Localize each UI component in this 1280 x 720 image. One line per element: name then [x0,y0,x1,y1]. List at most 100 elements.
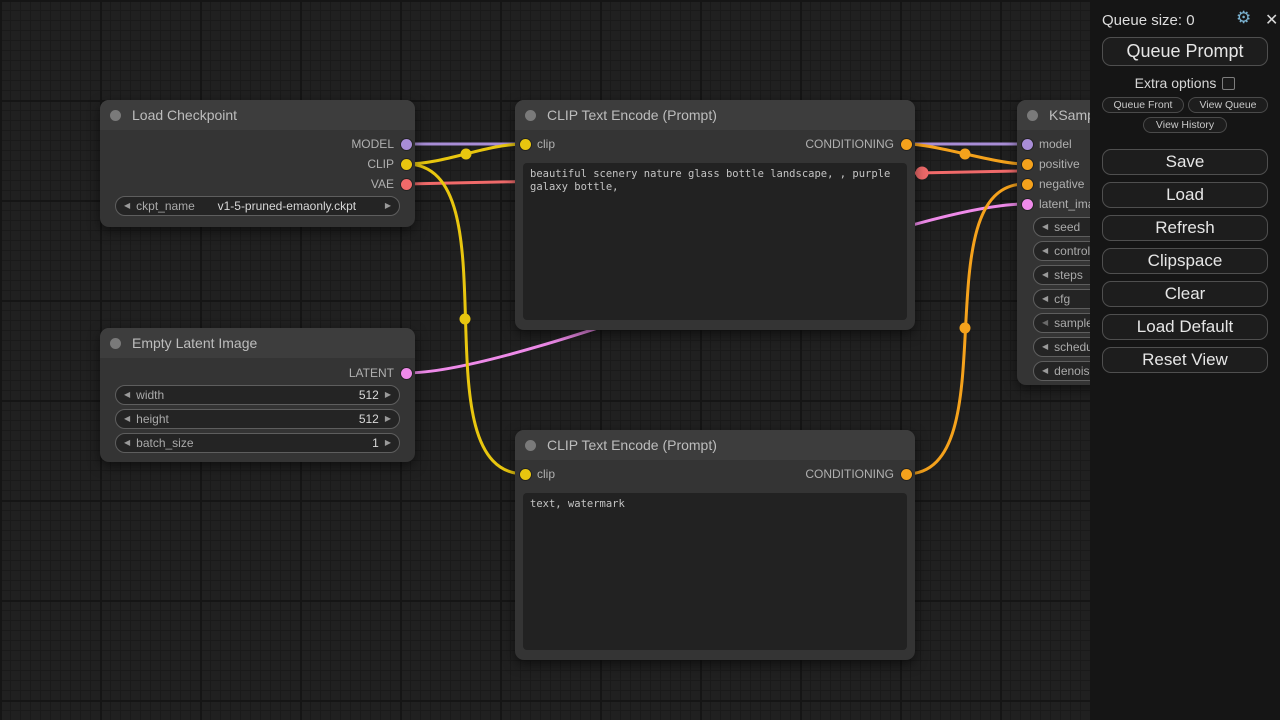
increment-icon[interactable]: ▶ [385,415,391,423]
extra-options-checkbox[interactable] [1222,77,1235,90]
port-row: clip CONDITIONING [515,464,915,484]
port-label: clip [537,467,555,481]
decrement-icon[interactable]: ◀ [1042,247,1048,255]
widget-label: width [136,388,164,402]
widget-label: cfg [1054,292,1070,306]
collapse-dot-icon[interactable] [525,440,536,451]
clear-button[interactable]: Clear [1102,281,1268,307]
decrement-icon[interactable]: ◀ [1042,367,1048,375]
decrement-icon[interactable]: ◀ [1042,319,1048,327]
node-clip-text-encode-negative[interactable]: CLIP Text Encode (Prompt) clip CONDITION… [515,430,915,660]
node-title: CLIP Text Encode (Prompt) [547,437,717,453]
load-button[interactable]: Load [1102,182,1268,208]
widget-label: ckpt_name [136,199,195,213]
widget-value: 1 [372,436,379,450]
collapse-dot-icon[interactable] [110,110,121,121]
output-port-latent[interactable] [401,368,412,379]
widget-value: 512 [359,388,379,402]
extra-options-label: Extra options [1135,75,1217,91]
increment-icon[interactable]: ▶ [385,439,391,447]
output-port-clip[interactable] [401,159,412,170]
increment-icon[interactable]: ▶ [385,391,391,399]
queue-size-row: Queue size: 0 ⚙ ✕ [1102,10,1268,30]
widget-label: steps [1054,268,1083,282]
decrement-icon[interactable]: ◀ [1042,343,1048,351]
node-title-bar[interactable]: CLIP Text Encode (Prompt) [515,430,915,460]
extra-options-row: Extra options [1090,75,1280,91]
output-port-conditioning[interactable] [901,469,912,480]
load-default-button[interactable]: Load Default [1102,314,1268,340]
link-dot-clip-bottom [460,314,471,325]
node-title-bar[interactable]: CLIP Text Encode (Prompt) [515,100,915,130]
widget-label: batch_size [136,436,193,450]
link-dot-vae [916,167,929,180]
queue-size-label: Queue size: 0 [1102,12,1195,29]
output-port-model[interactable] [401,139,412,150]
input-port-latent-image[interactable] [1022,199,1033,210]
output-row-vae: VAE [100,174,415,194]
collapse-dot-icon[interactable] [1027,110,1038,121]
view-history-button[interactable]: View History [1143,117,1227,133]
width-widget[interactable]: ◀ width 512 ▶ [115,385,400,405]
decrement-icon[interactable]: ◀ [1042,223,1048,231]
input-port-negative[interactable] [1022,179,1033,190]
widget-value: v1-5-pruned-emaonly.ckpt [218,199,357,213]
clipspace-button[interactable]: Clipspace [1102,248,1268,274]
node-title: Empty Latent Image [132,335,257,351]
port-label: VAE [371,177,394,191]
decrement-icon[interactable]: ◀ [124,415,130,423]
collapse-dot-icon[interactable] [110,338,121,349]
collapse-dot-icon[interactable] [525,110,536,121]
queue-front-button[interactable]: Queue Front [1102,97,1184,113]
decrement-icon[interactable]: ◀ [1042,295,1048,303]
widget-value: 512 [359,412,379,426]
output-port-vae[interactable] [401,179,412,190]
input-port-model[interactable] [1022,139,1033,150]
node-title: CLIP Text Encode (Prompt) [547,107,717,123]
input-port-clip[interactable] [520,139,531,150]
height-widget[interactable]: ◀ height 512 ▶ [115,409,400,429]
save-button[interactable]: Save [1102,149,1268,175]
link-dot-cond-positive [960,149,971,160]
node-title-bar[interactable]: Load Checkpoint [100,100,415,130]
decrement-icon[interactable]: ◀ [124,202,130,210]
decrement-icon[interactable]: ◀ [124,391,130,399]
node-empty-latent-image[interactable]: Empty Latent Image LATENT ◀ width 512 ▶ … [100,328,415,462]
port-label: model [1039,137,1072,151]
decrement-icon[interactable]: ◀ [1042,271,1048,279]
prompt-textarea[interactable]: text, watermark [523,493,907,650]
node-clip-text-encode-positive[interactable]: CLIP Text Encode (Prompt) clip CONDITION… [515,100,915,330]
port-label: MODEL [351,137,394,151]
node-load-checkpoint[interactable]: Load Checkpoint MODEL CLIP VAE ◀ ckpt_na… [100,100,415,227]
node-title-bar[interactable]: Empty Latent Image [100,328,415,358]
view-queue-button[interactable]: View Queue [1188,97,1268,113]
port-row: clip CONDITIONING [515,134,915,154]
output-port-conditioning[interactable] [901,139,912,150]
port-label: CONDITIONING [805,137,894,151]
input-port-clip[interactable] [520,469,531,480]
port-label: positive [1039,157,1080,171]
close-icon[interactable]: ✕ [1265,10,1278,30]
batch-size-widget[interactable]: ◀ batch_size 1 ▶ [115,433,400,453]
input-port-positive[interactable] [1022,159,1033,170]
reset-view-button[interactable]: Reset View [1102,347,1268,373]
output-row-model: MODEL [100,134,415,154]
ckpt-name-widget[interactable]: ◀ ckpt_name v1-5-pruned-emaonly.ckpt ▶ [115,196,400,216]
link-dot-cond-negative [960,323,971,334]
output-row-latent: LATENT [100,363,415,383]
refresh-button[interactable]: Refresh [1102,215,1268,241]
port-label: negative [1039,177,1084,191]
port-label: clip [537,137,555,151]
widget-label: height [136,412,169,426]
link-dot-clip-top [461,149,472,160]
increment-icon[interactable]: ▶ [385,202,391,210]
prompt-textarea[interactable]: beautiful scenery nature glass bottle la… [523,163,907,320]
port-label: CONDITIONING [805,467,894,481]
settings-gear-icon[interactable]: ⚙ [1236,8,1251,28]
queue-prompt-button[interactable]: Queue Prompt [1102,37,1268,66]
comfy-menu-panel: Queue size: 0 ⚙ ✕ Queue Prompt Extra opt… [1090,0,1280,720]
output-row-clip: CLIP [100,154,415,174]
decrement-icon[interactable]: ◀ [124,439,130,447]
node-title: Load Checkpoint [132,107,237,123]
widget-label: seed [1054,220,1080,234]
